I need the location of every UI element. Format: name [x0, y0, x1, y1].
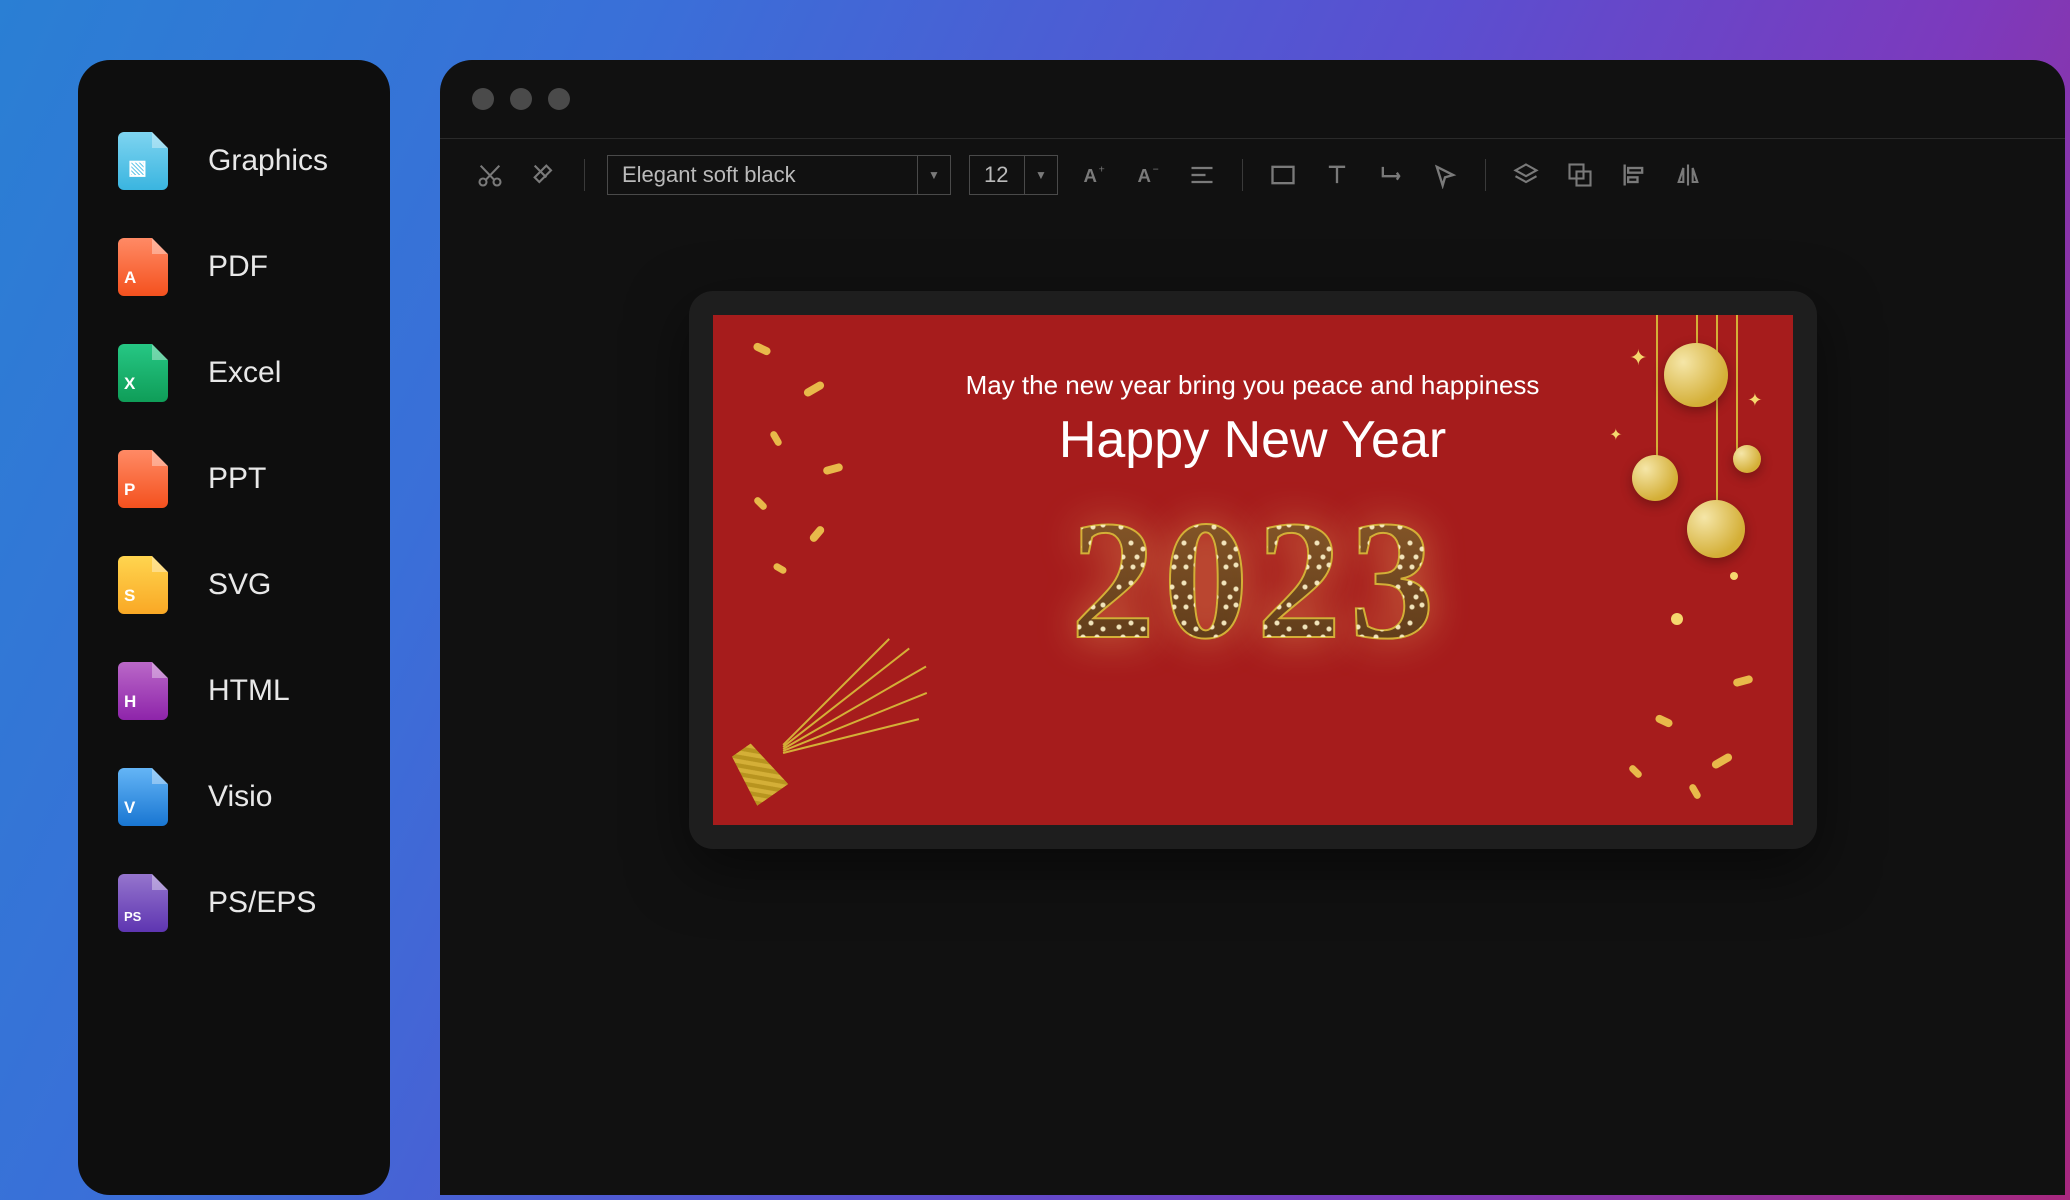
- canvas-area: ✦ ✦ ✦ May the new year bring you peace a…: [440, 211, 2065, 929]
- ornament-string: [1716, 315, 1718, 525]
- format-painter-icon[interactable]: [526, 157, 562, 193]
- layers-icon[interactable]: [1508, 157, 1544, 193]
- ppt-file-icon: P: [118, 450, 176, 508]
- popper-streamer: [782, 647, 909, 747]
- separator: [584, 159, 585, 191]
- ornament-ball: [1632, 455, 1678, 501]
- font-family-value: Elegant soft black: [608, 156, 918, 194]
- sidebar-label: Graphics: [208, 144, 328, 178]
- confetti-decoration: [752, 496, 768, 512]
- sidebar-label: Excel: [208, 356, 281, 390]
- graphics-file-icon: ▧: [118, 132, 176, 190]
- font-size-value: 12: [970, 156, 1025, 194]
- confetti-decoration: [1730, 572, 1738, 580]
- cut-icon[interactable]: [472, 157, 508, 193]
- sidebar-item-ppt[interactable]: P PPT: [78, 426, 390, 532]
- sidebar-item-html[interactable]: H HTML: [78, 638, 390, 744]
- confetti-decoration: [1671, 613, 1683, 625]
- confetti-decoration: [1654, 714, 1674, 729]
- confetti-decoration: [822, 463, 843, 476]
- sidebar-item-graphics[interactable]: ▧ Graphics: [78, 108, 390, 214]
- ornament-string: [1736, 315, 1738, 460]
- star-icon: ✦: [1747, 390, 1762, 411]
- rectangle-shape-icon[interactable]: [1265, 157, 1301, 193]
- sidebar-item-ps-eps[interactable]: PS PS/EPS: [78, 850, 390, 956]
- separator: [1242, 159, 1243, 191]
- ornament-ball: [1687, 500, 1745, 558]
- flip-horizontal-icon[interactable]: [1670, 157, 1706, 193]
- confetti-decoration: [768, 430, 782, 447]
- confetti-decoration: [1687, 783, 1701, 800]
- design-canvas[interactable]: ✦ ✦ ✦ May the new year bring you peace a…: [713, 315, 1793, 825]
- group-icon[interactable]: [1562, 157, 1598, 193]
- confetti-decoration: [1627, 764, 1643, 780]
- align-icon[interactable]: [1184, 157, 1220, 193]
- sidebar-item-svg[interactable]: S SVG: [78, 532, 390, 638]
- card-year-text[interactable]: 2 0 2 3: [1071, 495, 1435, 665]
- decrease-font-icon[interactable]: A−: [1130, 157, 1166, 193]
- confetti-decoration: [802, 380, 825, 398]
- svg-text:A: A: [1084, 165, 1097, 186]
- confetti-decoration: [772, 562, 788, 575]
- sidebar-label: PS/EPS: [208, 886, 316, 920]
- editor-window: Elegant soft black ▼ 12 ▼ A+ A−: [440, 60, 2065, 1195]
- svg-file-icon: S: [118, 556, 176, 614]
- separator: [1485, 159, 1486, 191]
- star-icon: ✦: [1609, 425, 1622, 445]
- formatting-toolbar: Elegant soft black ▼ 12 ▼ A+ A−: [440, 139, 2065, 211]
- increase-font-icon[interactable]: A+: [1076, 157, 1112, 193]
- confetti-decoration: [1732, 675, 1753, 688]
- export-format-sidebar: ▧ Graphics A PDF X Excel P PPT S SVG H H…: [78, 60, 390, 1195]
- window-close-button[interactable]: [472, 88, 494, 110]
- chevron-down-icon: ▼: [1025, 168, 1057, 182]
- sidebar-item-pdf[interactable]: A PDF: [78, 214, 390, 320]
- svg-text:−: −: [1153, 164, 1159, 176]
- visio-file-icon: V: [118, 768, 176, 826]
- canvas-frame: ✦ ✦ ✦ May the new year bring you peace a…: [689, 291, 1817, 849]
- excel-file-icon: X: [118, 344, 176, 402]
- pointer-tool-icon[interactable]: [1427, 157, 1463, 193]
- window-controls: [440, 60, 2065, 138]
- align-left-icon[interactable]: [1616, 157, 1652, 193]
- card-title-text[interactable]: Happy New Year: [1059, 410, 1446, 470]
- chevron-down-icon: ▼: [918, 168, 950, 182]
- sidebar-item-excel[interactable]: X Excel: [78, 320, 390, 426]
- sidebar-label: PDF: [208, 250, 268, 284]
- pdf-file-icon: A: [118, 238, 176, 296]
- sidebar-label: PPT: [208, 462, 266, 496]
- svg-text:A: A: [1138, 165, 1151, 186]
- window-minimize-button[interactable]: [510, 88, 532, 110]
- ps-file-icon: PS: [118, 874, 176, 932]
- confetti-decoration: [1710, 752, 1733, 770]
- connector-line-icon[interactable]: [1373, 157, 1409, 193]
- popper-streamer: [782, 665, 926, 749]
- sidebar-label: SVG: [208, 568, 271, 602]
- star-icon: ✦: [1629, 345, 1647, 371]
- html-file-icon: H: [118, 662, 176, 720]
- confetti-decoration: [752, 342, 772, 357]
- text-tool-icon[interactable]: [1319, 157, 1355, 193]
- sidebar-label: Visio: [208, 780, 272, 814]
- confetti-decoration: [808, 525, 826, 544]
- svg-text:+: +: [1099, 164, 1105, 176]
- card-subtitle-text[interactable]: May the new year bring you peace and hap…: [966, 370, 1540, 401]
- ornament-string: [1656, 315, 1658, 475]
- font-family-select[interactable]: Elegant soft black ▼: [607, 155, 951, 195]
- sidebar-item-visio[interactable]: V Visio: [78, 744, 390, 850]
- sidebar-label: HTML: [208, 674, 290, 708]
- font-size-select[interactable]: 12 ▼: [969, 155, 1058, 195]
- ornament-ball: [1733, 445, 1761, 473]
- ornament-ball: [1664, 343, 1728, 407]
- window-maximize-button[interactable]: [548, 88, 570, 110]
- party-popper-icon: [725, 739, 788, 806]
